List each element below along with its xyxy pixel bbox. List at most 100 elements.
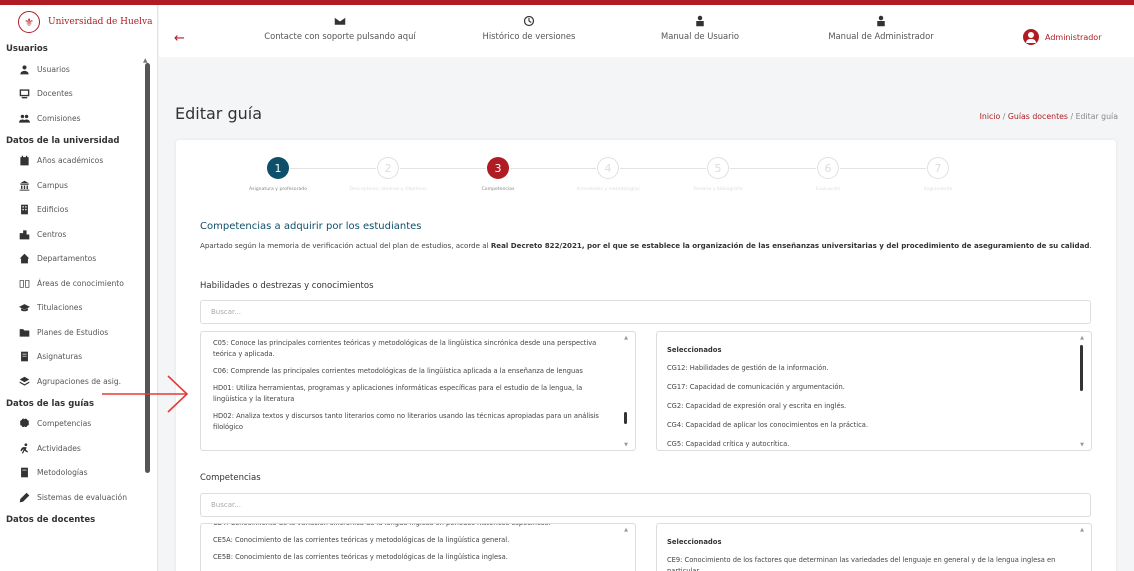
breadcrumb: Inicio / Guías docentes / Editar guía: [980, 112, 1118, 121]
sidebar-item-anos-academicos[interactable]: Años académicos: [0, 149, 157, 174]
chalkboard-icon: [18, 88, 30, 100]
stepper-connector: [400, 168, 486, 169]
manual-admin-icon: [806, 11, 956, 31]
running-icon: [18, 442, 30, 454]
sidebar-item-actividades[interactable]: Actividades: [0, 436, 157, 461]
breadcrumb-home[interactable]: Inicio: [980, 112, 1001, 121]
skills-title: Habilidades o destrezas y conocimientos: [200, 281, 374, 291]
list-item[interactable]: HD02: Analiza textos y discursos tanto l…: [213, 411, 635, 433]
sidebar-item-label: Titulaciones: [37, 303, 83, 313]
stepper-connector: [840, 168, 926, 169]
stepper-connector: [730, 168, 816, 169]
sidebar-section-title: Usuarios: [6, 44, 48, 54]
competencias-selected-list[interactable]: Seleccionados CE9: Conocimiento de los f…: [656, 523, 1092, 571]
skills-selected-list[interactable]: Seleccionados CG12: Habilidades de gesti…: [656, 331, 1092, 451]
sidebar-item-label: Planes de Estudios: [37, 327, 109, 337]
scroll-up-icon[interactable]: ▲: [1080, 335, 1084, 341]
list-item[interactable]: CG4: Capacidad de aplicar los conocimien…: [667, 420, 1091, 431]
brand-name: Universidad de Huelva: [48, 17, 153, 27]
folder-icon: [18, 326, 30, 338]
admin-manual-link[interactable]: Manual de Administrador: [806, 11, 956, 41]
admin-manual-label: Manual de Administrador: [828, 31, 934, 41]
breadcrumb-separator: /: [1068, 112, 1076, 121]
page-title: Editar guía: [175, 104, 262, 123]
building-icon: [18, 204, 30, 216]
layers-icon: [18, 375, 30, 387]
support-link[interactable]: Contacte con soporte pulsando aquí: [260, 11, 420, 41]
city-icon: [18, 228, 30, 240]
sidebar-section-title: Datos de la universidad: [6, 135, 120, 146]
sidebar-item-edificios[interactable]: Edificios: [0, 198, 157, 223]
skills-available-list[interactable]: C05: Conoce las principales corrientes t…: [200, 331, 636, 451]
list-item[interactable]: CG5: Capacidad crítica y autocrítica.: [667, 439, 1091, 450]
pen-icon: [18, 491, 30, 503]
sidebar-item-label: Docentes: [37, 89, 73, 99]
sidebar-item-label: Campus: [37, 180, 68, 190]
scroll-down-icon[interactable]: ▼: [624, 442, 628, 448]
list-item[interactable]: CG2: Capacidad de expresión oral y escri…: [667, 401, 1091, 412]
university-seal-icon: ⚜: [18, 11, 40, 33]
sidebar-item-label: Áreas de conocimiento: [37, 278, 124, 288]
sidebar-item-usuarios[interactable]: Usuarios: [0, 57, 157, 82]
step-number: 1: [267, 157, 289, 179]
sidebar: ⚜ Universidad de Huelva Usuarios Usuarios…: [0, 5, 158, 571]
book-dark-icon: [18, 467, 30, 479]
version-history-link[interactable]: Histórico de versiones: [459, 11, 599, 41]
step-number: 4: [597, 157, 619, 179]
breadcrumb-separator: /: [1000, 112, 1008, 121]
sidebar-item-docentes[interactable]: Docentes: [0, 82, 157, 107]
list-item[interactable]: HD01: Utiliza herramientas, programas y …: [213, 383, 635, 405]
section-description: Apartado según la memoria de verificació…: [200, 240, 1100, 252]
university-icon: [18, 179, 30, 191]
sidebar-item-departamentos[interactable]: Departamentos: [0, 247, 157, 272]
sidebar-item-titulaciones[interactable]: Titulaciones: [0, 296, 157, 321]
list-item[interactable]: C05: Conoce las principales corrientes t…: [213, 338, 635, 360]
list-item[interactable]: CE9: Conocimiento de los factores que de…: [667, 555, 1091, 571]
list-item[interactable]: CG17: Capacidad de comunicación y argume…: [667, 382, 1091, 393]
breadcrumb-section[interactable]: Guías docentes: [1008, 112, 1068, 121]
scroll-up-icon[interactable]: ▲: [1080, 527, 1084, 533]
list-item[interactable]: C06: Comprende las principales corriente…: [213, 366, 635, 377]
stepper-connector: [290, 168, 376, 169]
annotation-arrow-icon: [102, 375, 189, 413]
skills-selected-header: Seleccionados: [667, 346, 722, 354]
user-menu[interactable]: Administrador: [1023, 29, 1101, 45]
section-title: Competencias a adquirir por los estudian…: [200, 221, 422, 232]
skills-available-scrollbar[interactable]: [624, 412, 627, 424]
list-item[interactable]: CE4: Conocimiento de la variación sincró…: [213, 524, 635, 529]
sidebar-item-sistemas-de-evaluacion[interactable]: Sistemas de evaluación: [0, 485, 157, 510]
home-icon: [18, 253, 30, 265]
breadcrumb-current: Editar guía: [1075, 112, 1118, 121]
brand-logo[interactable]: ⚜ Universidad de Huelva: [0, 5, 157, 39]
step-number: 2: [377, 157, 399, 179]
user-manual-link[interactable]: Manual de Usuario: [635, 11, 765, 41]
back-arrow-icon[interactable]: ←: [174, 31, 185, 46]
list-item[interactable]: CE5A: Conocimiento de las corrientes teó…: [213, 535, 635, 546]
history-icon: [459, 11, 599, 31]
step-7[interactable]: 7 Seguimiento: [868, 157, 1008, 192]
sidebar-item-label: Competencias: [37, 419, 92, 429]
list-item[interactable]: CE5B: Conocimiento de las corrientes teó…: [213, 552, 635, 563]
competencias-search-input[interactable]: [200, 493, 1091, 517]
competencias-available-list[interactable]: CE4: Conocimiento de la variación sincró…: [200, 523, 636, 571]
sidebar-item-centros[interactable]: Centros: [0, 222, 157, 247]
sidebar-item-label: Actividades: [37, 443, 81, 453]
sidebar-item-label: Años académicos: [37, 156, 104, 166]
competencias-selected-header: Seleccionados: [667, 538, 722, 546]
sidebar-item-comisiones[interactable]: Comisiones: [0, 106, 157, 131]
sidebar-item-asignaturas[interactable]: Asignaturas: [0, 345, 157, 370]
sidebar-item-metodologias[interactable]: Metodologías: [0, 461, 157, 486]
sidebar-item-planes-de-estudios[interactable]: Planes de Estudios: [0, 320, 157, 345]
sidebar-item-campus[interactable]: Campus: [0, 173, 157, 198]
version-history-label: Histórico de versiones: [482, 31, 576, 41]
calendar-icon: [18, 155, 30, 167]
list-item[interactable]: CG12: Habilidades de gestión de la infor…: [667, 363, 1091, 374]
scroll-up-icon[interactable]: ▲: [624, 527, 628, 533]
skills-search-input[interactable]: [200, 300, 1091, 324]
sidebar-item-areas-de-conocimiento[interactable]: Áreas de conocimiento: [0, 271, 157, 296]
scroll-down-icon[interactable]: ▼: [1080, 442, 1084, 448]
user-manual-label: Manual de Usuario: [660, 31, 740, 41]
top-bar: ← Contacte con soporte pulsando aquí His…: [159, 5, 1134, 57]
scroll-up-icon[interactable]: ▲: [624, 335, 628, 341]
skills-selected-scrollbar[interactable]: [1080, 345, 1083, 391]
